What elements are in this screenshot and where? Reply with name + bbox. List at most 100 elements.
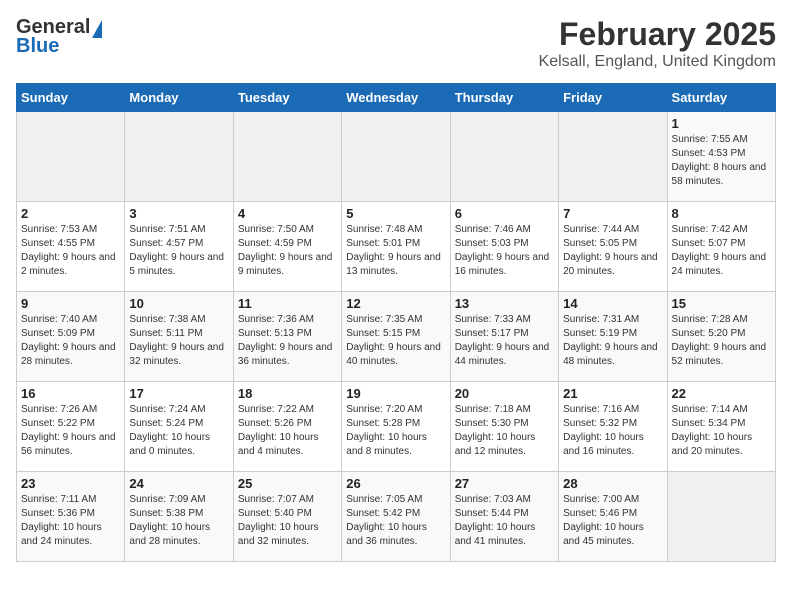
logo-blue-text: Blue [16,35,59,58]
calendar-day-cell: 3 Sunrise: 7:51 AM Sunset: 4:57 PM Daylig… [125,202,233,292]
day-info: Sunrise: 7:14 AM Sunset: 5:34 PM Dayligh… [672,403,771,459]
day-info: Sunrise: 7:35 AM Sunset: 5:15 PM Dayligh… [346,313,445,369]
calendar-day-cell: 8 Sunrise: 7:42 AM Sunset: 5:07 PM Daylig… [667,202,775,292]
day-number: 25 [238,476,337,491]
day-info: Sunrise: 7:51 AM Sunset: 4:57 PM Dayligh… [129,223,228,279]
day-info: Sunrise: 7:40 AM Sunset: 5:09 PM Dayligh… [21,313,120,369]
page-header: General Blue February 2025 Kelsall, Engl… [16,16,776,71]
calendar-day-cell: 28 Sunrise: 7:00 AM Sunset: 5:46 PM Dayli… [559,472,667,562]
title-block: February 2025 Kelsall, England, United K… [539,16,776,71]
calendar-day-cell: 26 Sunrise: 7:05 AM Sunset: 5:42 PM Dayli… [342,472,450,562]
calendar-header-row: SundayMondayTuesdayWednesdayThursdayFrid… [17,84,776,112]
day-info: Sunrise: 7:33 AM Sunset: 5:17 PM Dayligh… [455,313,554,369]
calendar-day-cell [17,112,125,202]
day-number: 27 [455,476,554,491]
day-info: Sunrise: 7:18 AM Sunset: 5:30 PM Dayligh… [455,403,554,459]
calendar-table: SundayMondayTuesdayWednesdayThursdayFrid… [16,83,776,562]
calendar-week-row: 9 Sunrise: 7:40 AM Sunset: 5:09 PM Daylig… [17,292,776,382]
day-number: 6 [455,206,554,221]
day-info: Sunrise: 7:44 AM Sunset: 5:05 PM Dayligh… [563,223,662,279]
day-info: Sunrise: 7:26 AM Sunset: 5:22 PM Dayligh… [21,403,120,459]
day-number: 9 [21,296,120,311]
calendar-day-cell: 6 Sunrise: 7:46 AM Sunset: 5:03 PM Daylig… [450,202,558,292]
day-number: 8 [672,206,771,221]
day-of-week-header: Tuesday [233,84,341,112]
day-number: 1 [672,116,771,131]
day-number: 2 [21,206,120,221]
day-number: 23 [21,476,120,491]
day-number: 24 [129,476,228,491]
calendar-day-cell: 23 Sunrise: 7:11 AM Sunset: 5:36 PM Dayli… [17,472,125,562]
calendar-week-row: 23 Sunrise: 7:11 AM Sunset: 5:36 PM Dayli… [17,472,776,562]
day-number: 7 [563,206,662,221]
day-number: 14 [563,296,662,311]
calendar-day-cell: 9 Sunrise: 7:40 AM Sunset: 5:09 PM Daylig… [17,292,125,382]
day-number: 26 [346,476,445,491]
day-info: Sunrise: 7:00 AM Sunset: 5:46 PM Dayligh… [563,493,662,549]
day-info: Sunrise: 7:11 AM Sunset: 5:36 PM Dayligh… [21,493,120,549]
calendar-day-cell: 20Sunrise: 7:18 AM Sunset: 5:30 PM Dayli… [450,382,558,472]
day-number: 3 [129,206,228,221]
day-number: 17 [129,386,228,401]
calendar-week-row: 1 Sunrise: 7:55 AM Sunset: 4:53 PM Daylig… [17,112,776,202]
calendar-day-cell [125,112,233,202]
day-number: 11 [238,296,337,311]
calendar-day-cell: 27 Sunrise: 7:03 AM Sunset: 5:44 PM Dayli… [450,472,558,562]
calendar-day-cell: 22 Sunrise: 7:14 AM Sunset: 5:34 PM Dayli… [667,382,775,472]
calendar-subtitle: Kelsall, England, United Kingdom [539,53,776,71]
calendar-title: February 2025 [539,16,776,53]
day-info: Sunrise: 7:22 AM Sunset: 5:26 PM Dayligh… [238,403,337,459]
calendar-day-cell [559,112,667,202]
calendar-day-cell [667,472,775,562]
calendar-day-cell: 21 Sunrise: 7:16 AM Sunset: 5:32 PM Dayli… [559,382,667,472]
calendar-day-cell: 5Sunrise: 7:48 AM Sunset: 5:01 PM Daylig… [342,202,450,292]
calendar-week-row: 2Sunrise: 7:53 AM Sunset: 4:55 PM Daylig… [17,202,776,292]
calendar-day-cell: 11 Sunrise: 7:36 AM Sunset: 5:13 PM Dayli… [233,292,341,382]
calendar-week-row: 16 Sunrise: 7:26 AM Sunset: 5:22 PM Dayli… [17,382,776,472]
calendar-day-cell: 17 Sunrise: 7:24 AM Sunset: 5:24 PM Dayli… [125,382,233,472]
day-info: Sunrise: 7:09 AM Sunset: 5:38 PM Dayligh… [129,493,228,549]
calendar-day-cell: 18 Sunrise: 7:22 AM Sunset: 5:26 PM Dayli… [233,382,341,472]
calendar-day-cell [233,112,341,202]
day-info: Sunrise: 7:24 AM Sunset: 5:24 PM Dayligh… [129,403,228,459]
day-info: Sunrise: 7:16 AM Sunset: 5:32 PM Dayligh… [563,403,662,459]
day-number: 19 [346,386,445,401]
day-number: 10 [129,296,228,311]
logo: General Blue [16,16,102,58]
day-number: 16 [21,386,120,401]
calendar-day-cell: 15 Sunrise: 7:28 AM Sunset: 5:20 PM Dayli… [667,292,775,382]
day-info: Sunrise: 7:42 AM Sunset: 5:07 PM Dayligh… [672,223,771,279]
day-number: 4 [238,206,337,221]
day-of-week-header: Sunday [17,84,125,112]
day-number: 18 [238,386,337,401]
day-of-week-header: Monday [125,84,233,112]
day-info: Sunrise: 7:20 AM Sunset: 5:28 PM Dayligh… [346,403,445,459]
day-info: Sunrise: 7:50 AM Sunset: 4:59 PM Dayligh… [238,223,337,279]
calendar-day-cell: 10 Sunrise: 7:38 AM Sunset: 5:11 PM Dayli… [125,292,233,382]
calendar-day-cell [342,112,450,202]
calendar-day-cell: 1 Sunrise: 7:55 AM Sunset: 4:53 PM Daylig… [667,112,775,202]
day-info: Sunrise: 7:31 AM Sunset: 5:19 PM Dayligh… [563,313,662,369]
calendar-day-cell [450,112,558,202]
calendar-day-cell: 7 Sunrise: 7:44 AM Sunset: 5:05 PM Daylig… [559,202,667,292]
day-of-week-header: Saturday [667,84,775,112]
day-info: Sunrise: 7:46 AM Sunset: 5:03 PM Dayligh… [455,223,554,279]
day-number: 22 [672,386,771,401]
logo-triangle-icon [92,20,102,38]
day-of-week-header: Thursday [450,84,558,112]
day-number: 28 [563,476,662,491]
day-of-week-header: Friday [559,84,667,112]
day-info: Sunrise: 7:36 AM Sunset: 5:13 PM Dayligh… [238,313,337,369]
day-info: Sunrise: 7:38 AM Sunset: 5:11 PM Dayligh… [129,313,228,369]
day-info: Sunrise: 7:05 AM Sunset: 5:42 PM Dayligh… [346,493,445,549]
day-info: Sunrise: 7:48 AM Sunset: 5:01 PM Dayligh… [346,223,445,279]
day-info: Sunrise: 7:03 AM Sunset: 5:44 PM Dayligh… [455,493,554,549]
calendar-day-cell: 16 Sunrise: 7:26 AM Sunset: 5:22 PM Dayli… [17,382,125,472]
day-number: 21 [563,386,662,401]
day-of-week-header: Wednesday [342,84,450,112]
day-number: 15 [672,296,771,311]
calendar-day-cell: 13Sunrise: 7:33 AM Sunset: 5:17 PM Dayli… [450,292,558,382]
calendar-day-cell: 25Sunrise: 7:07 AM Sunset: 5:40 PM Dayli… [233,472,341,562]
day-info: Sunrise: 7:28 AM Sunset: 5:20 PM Dayligh… [672,313,771,369]
day-info: Sunrise: 7:55 AM Sunset: 4:53 PM Dayligh… [672,133,771,189]
